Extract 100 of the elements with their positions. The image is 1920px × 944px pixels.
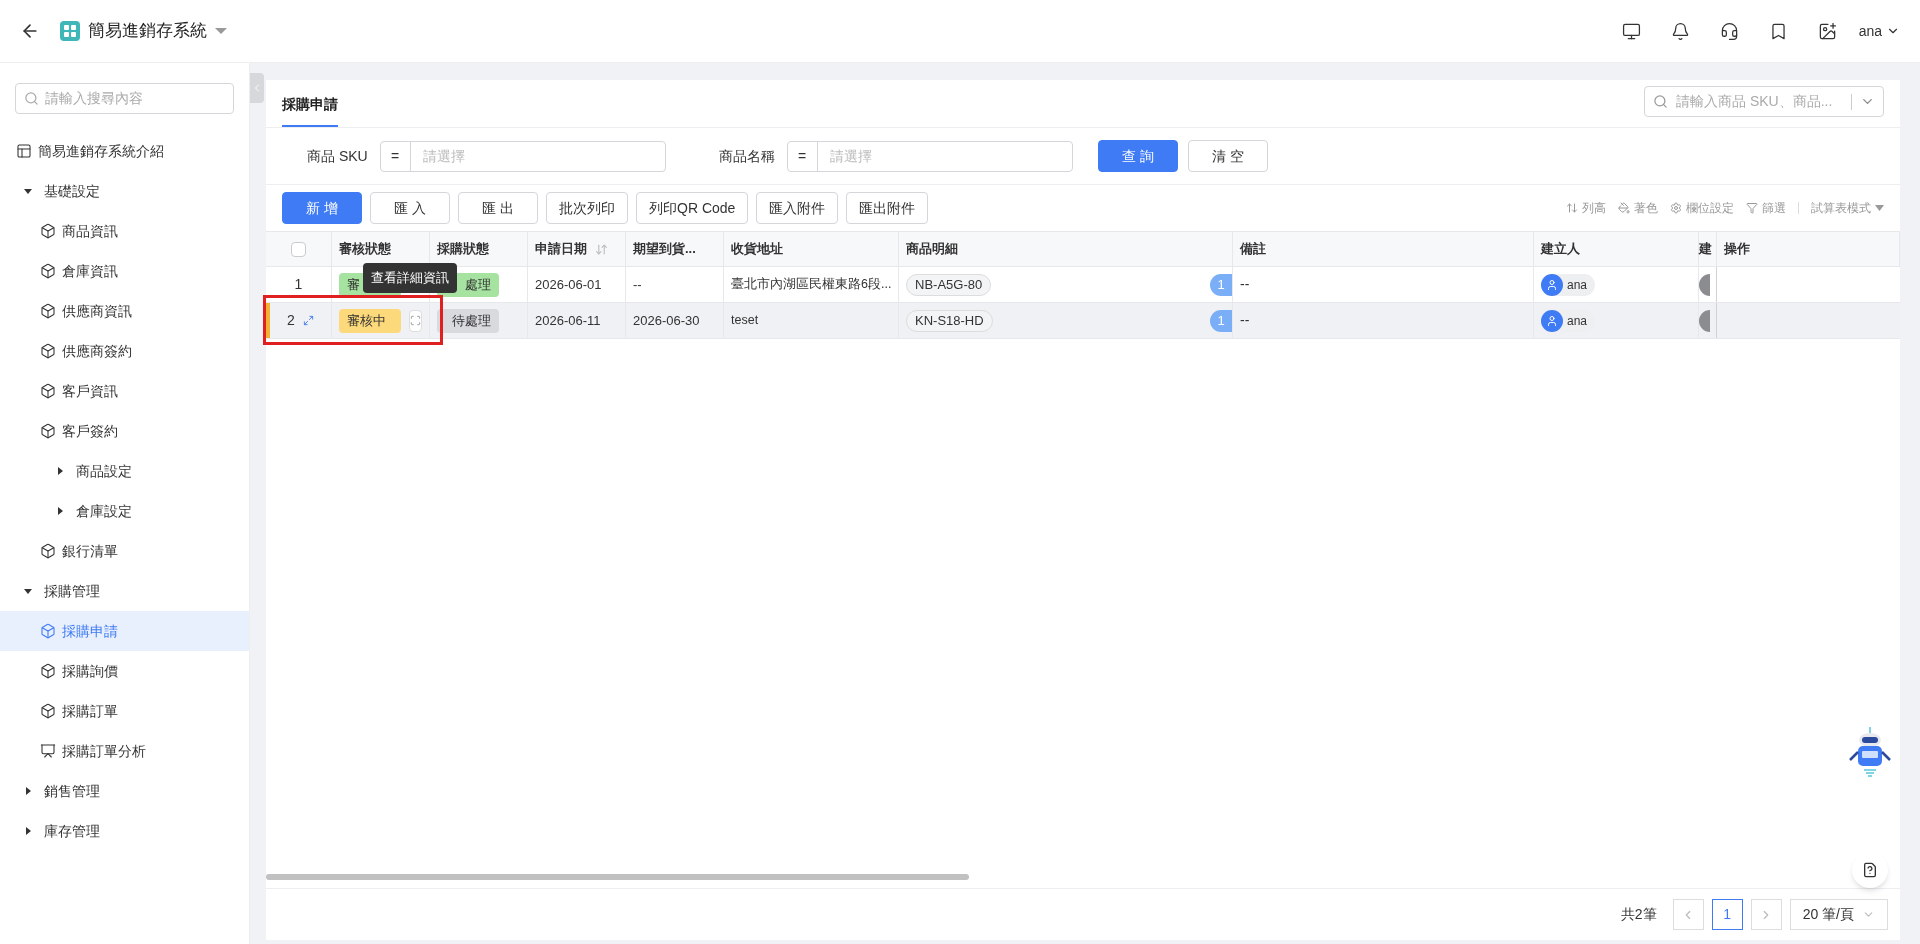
expand-icon[interactable] (302, 315, 314, 326)
nav-group[interactable]: 商品設定 (0, 451, 249, 491)
column-header[interactable]: 期望到貨... (626, 232, 724, 266)
table-icon (16, 143, 32, 159)
primary-button[interactable]: 查 詢 (1097, 140, 1178, 172)
tooltip: 查看詳細資訊 (363, 263, 457, 293)
horizontal-scrollbar[interactable] (266, 874, 969, 880)
filter-label: 商品名稱 (718, 146, 775, 166)
cube-icon (40, 663, 56, 679)
user-icon (1546, 278, 1558, 291)
status-tag: 審核中 (339, 308, 401, 333)
sort-icon[interactable] (595, 242, 608, 256)
nav-group[interactable]: 庫存管理 (0, 811, 249, 851)
cube-icon (40, 303, 56, 319)
button[interactable]: 列印QR Code (636, 192, 749, 224)
monitor-icon[interactable] (1621, 21, 1641, 41)
avatar-icon (1699, 273, 1710, 296)
product-chip[interactable]: NB-A5G-80 (906, 273, 992, 296)
status-tag: 待處理 (437, 308, 499, 333)
column-header[interactable]: 備註 (1233, 232, 1534, 266)
nav-group[interactable]: 倉庫設定 (0, 491, 249, 531)
nav-item[interactable]: 採購訂單分析 (0, 731, 249, 771)
page-size-select[interactable]: 20 筆/頁 (1789, 899, 1888, 930)
frame-icon (410, 315, 421, 326)
nav-group[interactable]: 基礎設定 (0, 171, 249, 211)
checkbox[interactable] (291, 241, 306, 257)
paint-bucket-icon (1618, 202, 1630, 214)
app-logo-icon (60, 21, 80, 41)
caret-right-icon (56, 467, 64, 475)
button[interactable]: 匯 出 (458, 192, 538, 224)
nav-item[interactable]: 採購申請 (0, 611, 249, 651)
cube-icon (40, 383, 56, 399)
table-cell: -- (626, 267, 724, 302)
caret-down-icon[interactable] (215, 27, 227, 35)
column-header[interactable]: 建 (1699, 232, 1717, 266)
caret-right-icon (24, 787, 32, 795)
caret-down-icon (1875, 205, 1884, 211)
nav-item[interactable]: 供應商簽約 (0, 331, 249, 371)
cube-icon (40, 263, 56, 279)
nav-item[interactable]: 供應商資訊 (0, 291, 249, 331)
button[interactable]: 清 空 (1187, 140, 1268, 172)
table-cell: teset (724, 303, 899, 338)
nav-item[interactable]: 銀行清單 (0, 531, 249, 571)
avatar-icon (1699, 309, 1710, 332)
nav-item[interactable]: 商品資訊 (0, 211, 249, 251)
nav-group[interactable]: 採購管理 (0, 571, 249, 611)
app-title[interactable]: 簡易進銷存系統 (88, 18, 207, 44)
cube-icon (40, 343, 56, 359)
table-cell: 2026-06-01 (528, 267, 626, 302)
collapse-handle[interactable] (250, 73, 264, 103)
table-row[interactable]: 2 審核中 待處理 2026-06-11 2026-06-30 teset KN-S18-HD 1 -- ana (266, 303, 1900, 339)
help-button[interactable] (1852, 852, 1888, 888)
button[interactable]: 匯出附件 (846, 192, 929, 224)
column-header[interactable]: 建立人 (1534, 232, 1699, 266)
row-number: 2 (287, 311, 295, 330)
column-header[interactable]: 申請日期 (528, 232, 626, 266)
button[interactable]: 匯 入 (370, 192, 450, 224)
filter-field[interactable]: = 請選擇 (786, 140, 1073, 172)
quick-search-box[interactable]: 請輸入商品 SKU、商品... (1644, 86, 1884, 117)
table-cell: -- (1233, 267, 1534, 302)
cube-icon (40, 543, 56, 559)
operator-select[interactable]: = (787, 141, 818, 171)
row-number: 1 (294, 275, 303, 294)
nav-item[interactable]: 倉庫資訊 (0, 251, 249, 291)
bell-icon[interactable] (1670, 21, 1690, 41)
nav-item[interactable]: 採購訂單 (0, 691, 249, 731)
search-box[interactable]: 請輸入搜尋內容 (15, 83, 234, 114)
cube-icon (40, 703, 56, 719)
quick-search-field[interactable]: 請輸入商品 SKU、商品... (1676, 91, 1843, 112)
image-add-icon[interactable] (1817, 21, 1837, 41)
operator-select[interactable]: = (380, 141, 411, 171)
column-header[interactable]: 商品明細 (899, 232, 1233, 266)
cube-icon (40, 623, 56, 639)
table-cell: -- (1233, 303, 1534, 338)
nav-item[interactable]: 簡易進銷存系統介紹 (0, 131, 249, 171)
search-icon (1653, 94, 1668, 109)
tab[interactable]: 採購申請 (282, 94, 338, 127)
button[interactable]: 批次列印 (546, 192, 628, 224)
column-header[interactable]: 操作 (1717, 232, 1900, 266)
headset-icon[interactable] (1719, 21, 1739, 41)
user-chip[interactable]: ana (1541, 273, 1596, 296)
nav-item[interactable]: 客戶簽約 (0, 411, 249, 451)
nav-item[interactable]: 採購詢價 (0, 651, 249, 691)
button[interactable]: 匯入附件 (756, 192, 839, 224)
primary-button[interactable]: 新 增 (282, 192, 362, 224)
table-cell: 2026-06-11 (528, 303, 626, 338)
table-cell: 臺北市內湖區民權東路6段... (724, 267, 899, 302)
presentation-icon (40, 743, 56, 759)
product-chip[interactable]: KN-S18-HD (906, 309, 993, 332)
caret-right-icon (56, 507, 64, 515)
filter-field[interactable]: = 請選擇 (379, 140, 666, 172)
search-field[interactable]: 請輸入搜尋內容 (45, 88, 225, 109)
nav-item[interactable]: 客戶資訊 (0, 371, 249, 411)
filter-icon (1746, 202, 1758, 214)
open-detail-button[interactable] (409, 309, 422, 332)
nav-group[interactable]: 銷售管理 (0, 771, 249, 811)
column-header[interactable]: 收貨地址 (724, 232, 899, 266)
page-button[interactable]: 1 (1711, 899, 1743, 930)
user-menu[interactable]: ana (1858, 20, 1900, 42)
filter-label: 商品 SKU (307, 146, 368, 166)
